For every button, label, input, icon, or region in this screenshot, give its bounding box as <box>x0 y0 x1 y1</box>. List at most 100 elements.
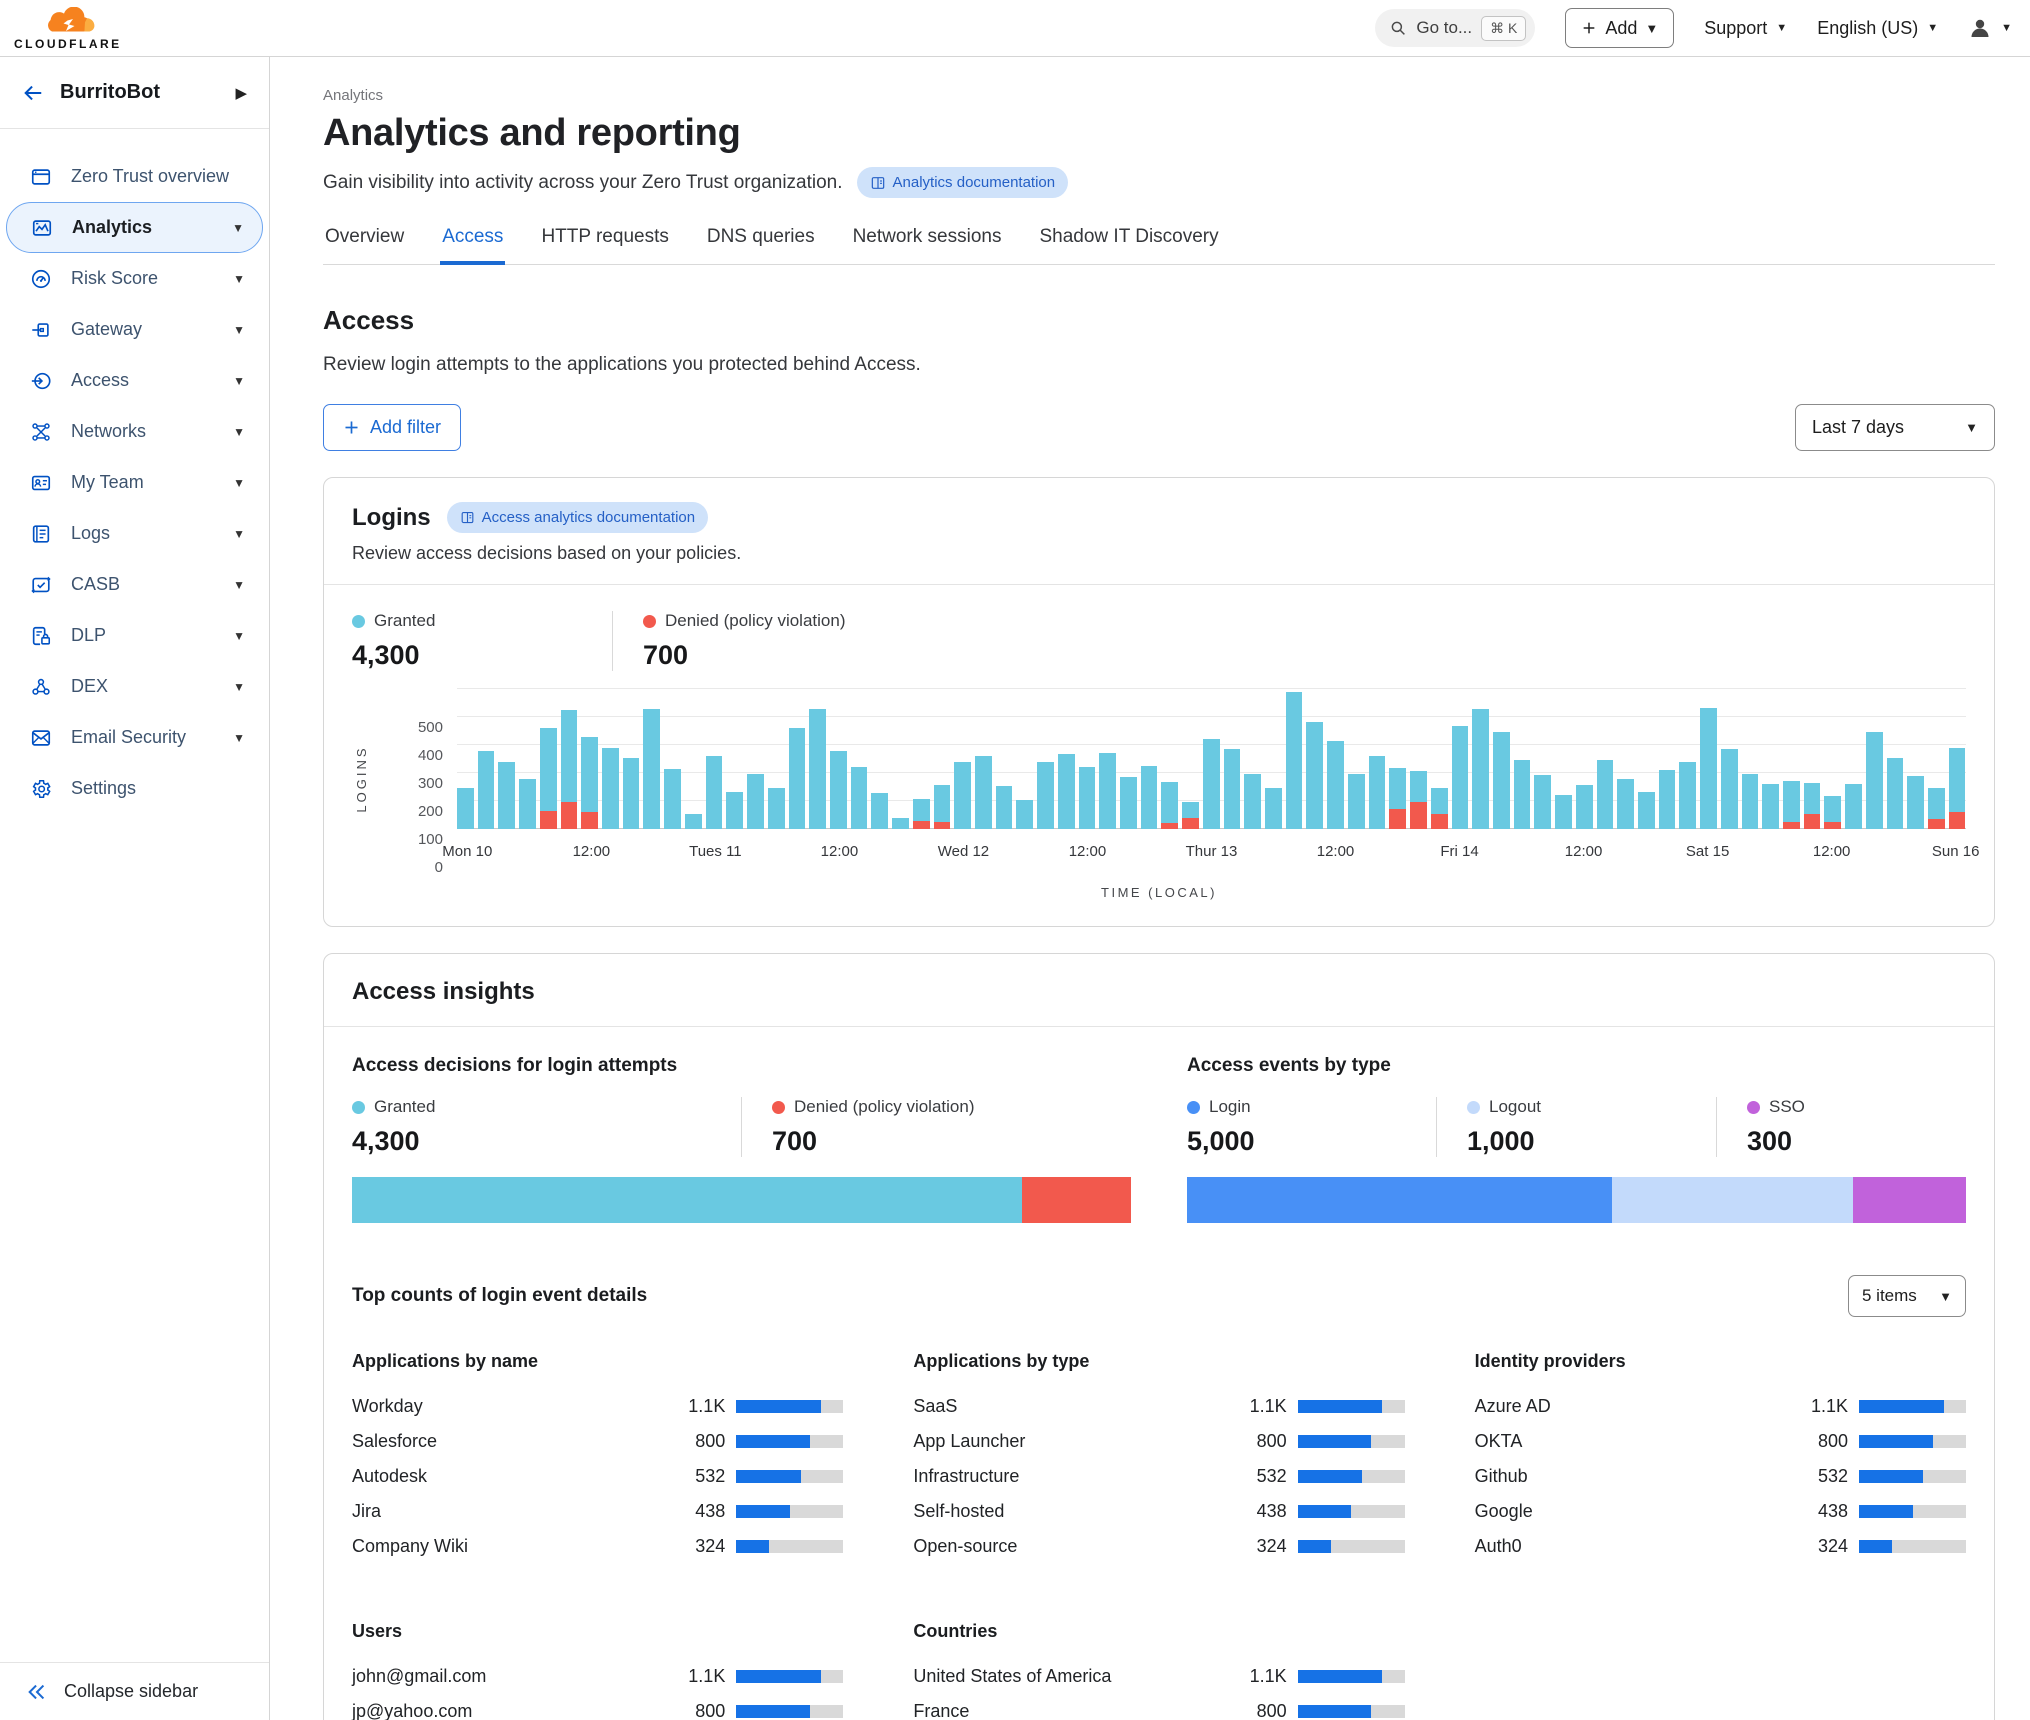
login-bar[interactable] <box>768 788 785 829</box>
login-bar[interactable] <box>1659 770 1676 829</box>
login-bar[interactable] <box>1804 783 1821 829</box>
sidebar-item-my-team[interactable]: My Team▼ <box>0 457 269 508</box>
login-bar[interactable] <box>540 728 557 829</box>
table-row[interactable]: SaaS 1.1K <box>913 1394 1404 1418</box>
login-bar[interactable] <box>1327 741 1344 829</box>
login-bar[interactable] <box>1286 692 1303 829</box>
login-bar[interactable] <box>1866 732 1883 829</box>
login-bar[interactable] <box>1182 802 1199 829</box>
login-bar[interactable] <box>478 751 495 829</box>
table-row[interactable]: France 800 <box>913 1699 1404 1720</box>
login-bar[interactable] <box>1431 788 1448 829</box>
login-bar[interactable] <box>892 818 909 829</box>
back-arrow-icon[interactable] <box>22 82 44 104</box>
sidebar-item-gateway[interactable]: Gateway▼ <box>0 304 269 355</box>
login-bar[interactable] <box>457 788 474 829</box>
login-bar[interactable] <box>498 762 515 829</box>
login-bar[interactable] <box>871 793 888 829</box>
login-bar[interactable] <box>1244 774 1261 829</box>
login-bar[interactable] <box>1079 767 1096 829</box>
login-bar[interactable] <box>1141 766 1158 829</box>
table-row[interactable]: United States of America 1.1K <box>913 1664 1404 1688</box>
login-bar[interactable] <box>664 769 681 829</box>
login-bar[interactable] <box>1161 782 1178 829</box>
tab-shadow-it-discovery[interactable]: Shadow IT Discovery <box>1037 224 1220 265</box>
login-bar[interactable] <box>1555 795 1572 829</box>
login-bar[interactable] <box>747 774 764 829</box>
login-bar[interactable] <box>1949 748 1966 829</box>
table-row[interactable]: App Launcher 800 <box>913 1429 1404 1453</box>
login-bar[interactable] <box>1534 775 1551 829</box>
tab-http-requests[interactable]: HTTP requests <box>539 224 670 265</box>
add-button[interactable]: Add ▼ <box>1565 8 1674 48</box>
items-count-select[interactable]: 5 items ▼ <box>1848 1275 1966 1317</box>
table-row[interactable]: OKTA 800 <box>1475 1429 1966 1453</box>
table-row[interactable]: Google 438 <box>1475 1499 1966 1523</box>
login-bar[interactable] <box>685 814 702 829</box>
table-row[interactable]: jp@yahoo.com 800 <box>352 1699 843 1720</box>
login-bar[interactable] <box>1389 768 1406 829</box>
table-row[interactable]: Jira 438 <box>352 1499 843 1523</box>
chevron-right-icon[interactable]: ▶ <box>235 84 247 102</box>
tab-dns-queries[interactable]: DNS queries <box>705 224 817 265</box>
table-row[interactable]: Company Wiki 324 <box>352 1534 843 1558</box>
login-bar[interactable] <box>1120 777 1137 829</box>
login-bar[interactable] <box>1493 732 1510 829</box>
collapse-sidebar-button[interactable]: Collapse sidebar <box>0 1662 269 1720</box>
table-row[interactable]: Workday 1.1K <box>352 1394 843 1418</box>
sidebar-item-logs[interactable]: Logs▼ <box>0 508 269 559</box>
login-bar[interactable] <box>789 728 806 829</box>
login-bar[interactable] <box>1617 779 1634 829</box>
login-bar[interactable] <box>519 779 536 829</box>
table-row[interactable]: Infrastructure 532 <box>913 1464 1404 1488</box>
login-bar[interactable] <box>809 709 826 829</box>
login-bar[interactable] <box>1348 774 1365 829</box>
login-bar[interactable] <box>1824 796 1841 829</box>
login-bar[interactable] <box>1265 788 1282 829</box>
login-bar[interactable] <box>1099 753 1116 829</box>
login-bar[interactable] <box>1700 708 1717 829</box>
sidebar-item-email-security[interactable]: Email Security▼ <box>0 712 269 763</box>
login-bar[interactable] <box>1887 758 1904 829</box>
login-bar[interactable] <box>996 786 1013 829</box>
access-analytics-documentation-badge[interactable]: Access analytics documentation <box>447 502 708 533</box>
login-bar[interactable] <box>851 767 868 829</box>
sidebar-item-dlp[interactable]: DLP▼ <box>0 610 269 661</box>
sidebar-item-analytics[interactable]: Analytics▼ <box>6 202 263 253</box>
login-bar[interactable] <box>1907 776 1924 829</box>
login-bar[interactable] <box>1742 774 1759 829</box>
login-bar[interactable] <box>934 785 951 829</box>
login-bar[interactable] <box>975 756 992 829</box>
language-menu[interactable]: English (US) ▼ <box>1817 18 1938 39</box>
login-bar[interactable] <box>1679 762 1696 829</box>
table-row[interactable]: Open-source 324 <box>913 1534 1404 1558</box>
login-bar[interactable] <box>1452 726 1469 829</box>
team-switcher[interactable]: BurritoBot ▶ <box>0 57 269 129</box>
analytics-documentation-badge[interactable]: Analytics documentation <box>857 167 1069 198</box>
tab-overview[interactable]: Overview <box>323 224 406 265</box>
login-bar[interactable] <box>1928 788 1945 829</box>
sidebar-item-zero-trust-overview[interactable]: Zero Trust overview <box>0 151 269 202</box>
login-bar[interactable] <box>1762 784 1779 829</box>
support-menu[interactable]: Support ▼ <box>1704 18 1787 39</box>
sidebar-item-casb[interactable]: CASB▼ <box>0 559 269 610</box>
login-bar[interactable] <box>1783 781 1800 829</box>
tab-network-sessions[interactable]: Network sessions <box>851 224 1004 265</box>
breadcrumb[interactable]: Analytics <box>323 87 1995 104</box>
login-bar[interactable] <box>1472 709 1489 829</box>
table-row[interactable]: Autodesk 532 <box>352 1464 843 1488</box>
cloudflare-logo[interactable]: CLOUDFLARE <box>14 7 122 50</box>
login-bar[interactable] <box>913 799 930 829</box>
sidebar-item-settings[interactable]: Settings <box>0 763 269 814</box>
sidebar-item-dex[interactable]: DEX▼ <box>0 661 269 712</box>
add-filter-button[interactable]: Add filter <box>323 404 461 451</box>
global-search[interactable]: Go to... ⌘ K <box>1375 9 1535 47</box>
login-bar[interactable] <box>643 709 660 829</box>
login-bar[interactable] <box>561 710 578 829</box>
table-row[interactable]: john@gmail.com 1.1K <box>352 1664 843 1688</box>
sidebar-item-networks[interactable]: Networks▼ <box>0 406 269 457</box>
login-bar[interactable] <box>954 762 971 829</box>
login-bar[interactable] <box>830 751 847 829</box>
account-menu[interactable]: ▼ <box>1968 16 2012 40</box>
login-bar[interactable] <box>1369 756 1386 829</box>
